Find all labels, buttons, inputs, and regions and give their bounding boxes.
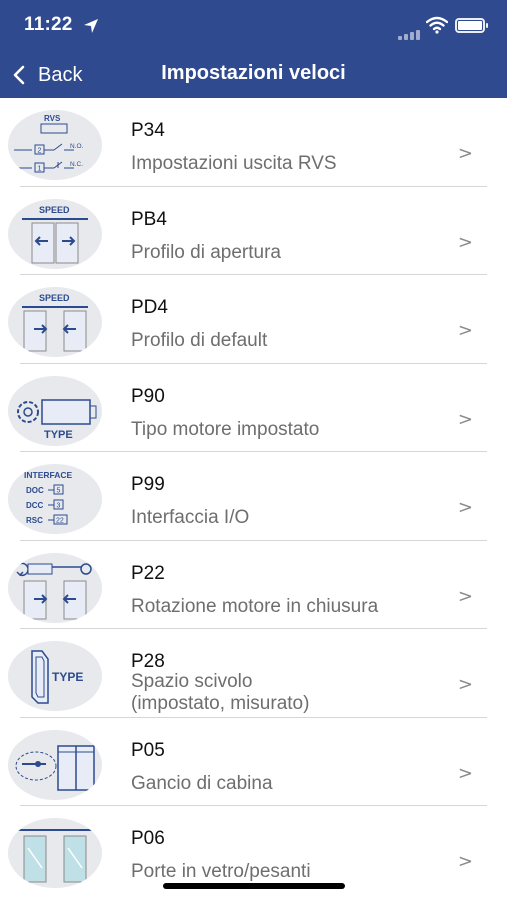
list-item[interactable]: P22 Rotazione motore in chiusura > (0, 541, 507, 629)
item-description: Interfaccia I/O (131, 507, 250, 528)
svg-text:N.C.: N.C. (70, 161, 83, 168)
motor-rotation-icon (8, 552, 102, 623)
item-description: Rotazione motore in chiusura (131, 595, 379, 617)
svg-text:SPEED: SPEED (39, 205, 70, 215)
cabin-hook-icon (8, 729, 102, 800)
settings-list: RVS 2 N.O. 1 N.C. P34 Impostazioni uscit (0, 98, 507, 895)
item-code: P22 (131, 562, 165, 584)
list-item[interactable]: RVS 2 N.O. 1 N.C. P34 Impostazioni uscit (0, 98, 507, 187)
speed-opening-icon: SPEED (8, 198, 102, 269)
svg-text:TYPE: TYPE (44, 429, 73, 441)
chevron-right-icon: > (457, 231, 473, 253)
glass-doors-icon (8, 818, 102, 888)
svg-text:2: 2 (38, 148, 42, 155)
list-item[interactable]: P05 Gancio di cabina > (0, 718, 507, 806)
item-description-line-1: Spazio scivolo (131, 671, 253, 692)
svg-text:RSC: RSC (26, 516, 43, 525)
home-indicator[interactable] (163, 883, 345, 889)
item-description: Impostazioni uscita RVS (131, 153, 337, 174)
chevron-right-icon: > (457, 143, 473, 164)
svg-text:5: 5 (57, 488, 61, 495)
svg-text:3: 3 (57, 503, 61, 510)
skate-type-icon: TYPE (8, 641, 102, 711)
motor-type-icon: TYPE (8, 375, 102, 446)
list-item[interactable]: INTERFACE DOC 5 DCC 3 RSC 22 P99 Interfa… (0, 452, 507, 541)
cellular-signal-icon (398, 22, 422, 40)
svg-text:INTERFACE: INTERFACE (24, 470, 73, 480)
location-arrow-icon (84, 19, 98, 33)
chevron-right-icon: > (457, 674, 473, 695)
list-item[interactable]: SPEED PB4 Profilo di apertura > (0, 187, 507, 275)
svg-text:SPEED: SPEED (39, 293, 70, 303)
item-code: P05 (131, 739, 165, 761)
svg-text:N.O.: N.O. (70, 143, 84, 150)
list-item[interactable]: SPEED PD4 Profilo di default > (0, 275, 507, 364)
interface-icon: INTERFACE DOC 5 DCC 3 RSC 22 (8, 464, 102, 534)
page-title-text: Impostazioni veloci (161, 62, 346, 84)
item-code: P90 (131, 385, 165, 407)
svg-text:DOC: DOC (26, 486, 44, 495)
item-code: P06 (131, 828, 165, 849)
svg-text:22: 22 (56, 518, 64, 525)
chevron-right-icon: > (457, 320, 473, 341)
item-description: Tipo motore impostato (131, 418, 320, 440)
wifi-icon (426, 16, 448, 34)
chevron-right-icon: > (457, 408, 473, 430)
battery-icon (455, 18, 488, 33)
item-description: Profilo di apertura (131, 241, 281, 263)
chevron-right-icon: > (457, 851, 473, 872)
svg-text:DCC: DCC (26, 501, 44, 510)
list-item[interactable]: P06 Porte in vetro/pesanti > (0, 806, 507, 895)
item-description: Profilo di default (131, 330, 268, 351)
chevron-right-icon: > (457, 762, 473, 784)
svg-text:TYPE: TYPE (52, 670, 83, 684)
item-description: Porte in vetro/pesanti (131, 861, 311, 882)
item-code: P34 (131, 120, 165, 141)
item-code: PB4 (131, 208, 167, 230)
item-code: PD4 (131, 297, 168, 318)
item-description-line-2: (impostato, misurato) (131, 693, 310, 714)
list-item[interactable]: TYPE P90 Tipo motore impostato > (0, 364, 507, 452)
svg-text:RVS: RVS (44, 114, 61, 123)
list-item[interactable]: TYPE P28 Spazio scivolo (impostato, misur… (0, 629, 507, 718)
svg-text:1: 1 (38, 166, 42, 173)
chevron-right-icon: > (457, 497, 473, 518)
navigation-header: 11:22 Back Impostazioni veloci (0, 0, 507, 98)
chevron-right-icon: > (457, 585, 473, 607)
rvs-output-icon: RVS 2 N.O. 1 N.C. (8, 110, 102, 180)
item-description: Spazio scivolo (impostato, misurato) (131, 671, 441, 715)
item-code: P28 (131, 651, 165, 672)
speed-default-icon: SPEED (8, 287, 102, 357)
status-time: 11:22 (24, 14, 73, 35)
page-title: Impostazioni veloci (0, 62, 507, 85)
item-code: P99 (131, 474, 165, 495)
item-description: Gancio di cabina (131, 772, 273, 794)
